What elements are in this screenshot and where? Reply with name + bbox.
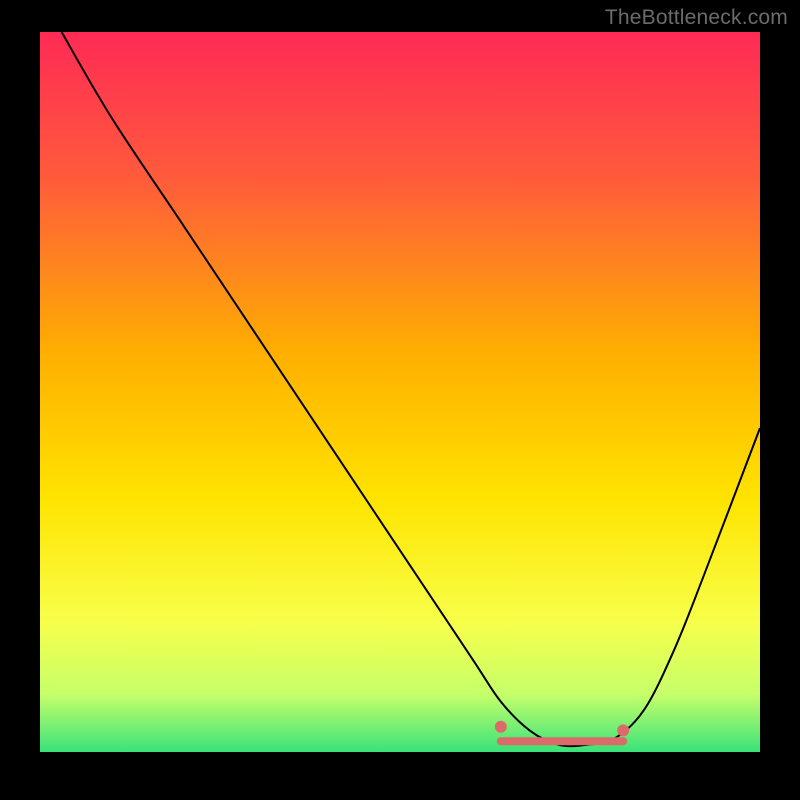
gradient-background	[40, 32, 760, 752]
marker-dot	[617, 724, 629, 736]
chart-frame: TheBottleneck.com	[0, 0, 800, 800]
plot-area	[40, 32, 760, 752]
watermark-label: TheBottleneck.com	[605, 6, 788, 30]
bottleneck-chart	[40, 32, 760, 752]
marker-dot	[495, 721, 507, 733]
